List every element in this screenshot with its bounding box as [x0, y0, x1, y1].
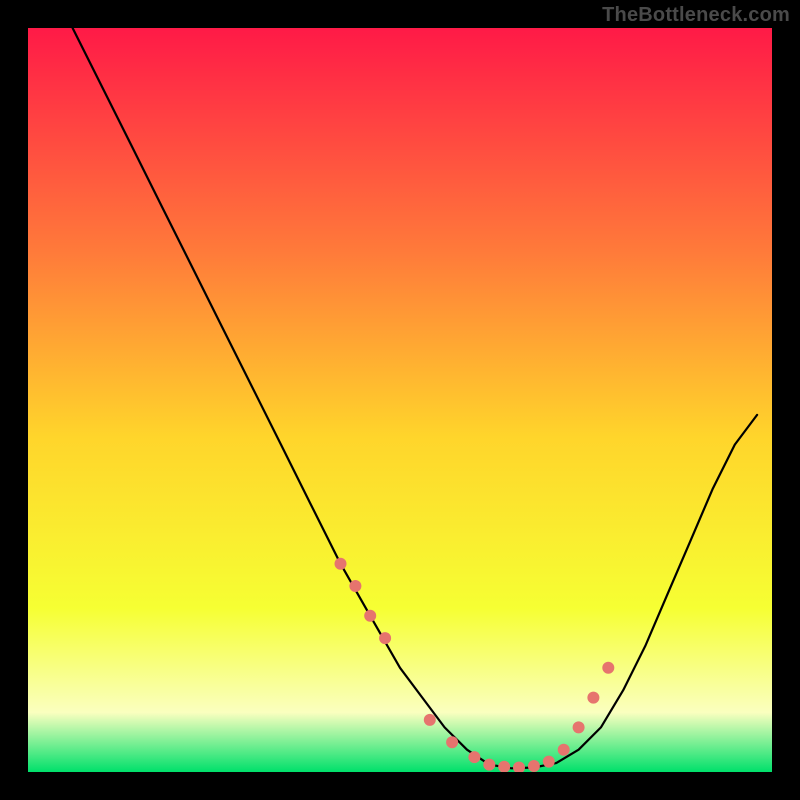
chart-frame: TheBottleneck.com	[0, 0, 800, 800]
curve-marker	[543, 756, 555, 768]
curve-marker	[558, 744, 570, 756]
curve-marker	[349, 580, 361, 592]
curve-marker	[587, 692, 599, 704]
bottleneck-plot	[28, 28, 772, 772]
curve-marker	[335, 558, 347, 570]
curve-marker	[602, 662, 614, 674]
curve-marker	[468, 751, 480, 763]
curve-marker	[446, 736, 458, 748]
curve-marker	[364, 610, 376, 622]
curve-marker	[528, 760, 540, 772]
curve-marker	[483, 759, 495, 771]
curve-marker	[379, 632, 391, 644]
curve-marker	[573, 721, 585, 733]
watermark-text: TheBottleneck.com	[602, 4, 790, 27]
gradient-background	[28, 28, 772, 772]
curve-marker	[424, 714, 436, 726]
